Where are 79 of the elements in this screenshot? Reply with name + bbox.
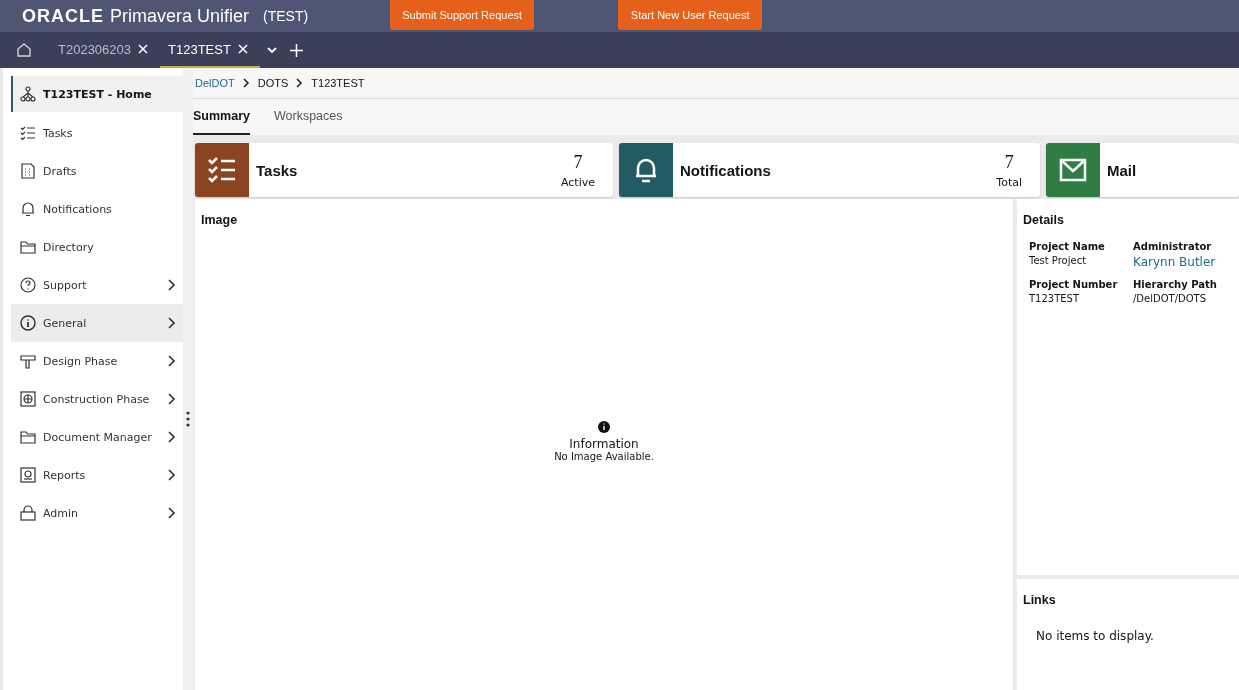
field-value: Test Project — [1029, 255, 1088, 266]
sidebar-item-label: Reports — [43, 468, 87, 482]
sidebar-item[interactable]: Construction Phase — [11, 380, 183, 418]
widget-card[interactable]: Tasks 7 Active — [195, 143, 613, 197]
close-icon[interactable] — [237, 44, 248, 54]
bell-icon — [20, 201, 36, 217]
sidebar-item[interactable]: Document Manager — [11, 418, 183, 456]
home-icon[interactable] — [16, 42, 32, 58]
chevron-down-icon[interactable] — [265, 44, 278, 56]
ruler-icon — [20, 353, 36, 369]
sidebar-item[interactable]: T123TEST - Home — [11, 76, 183, 112]
sidebar-item[interactable]: Admin — [11, 494, 183, 532]
panel-title: Image — [201, 213, 239, 227]
message-text: No Image Available. — [554, 451, 654, 462]
chevron-right-icon — [296, 78, 304, 88]
help-icon — [20, 277, 36, 293]
chevron-right-icon — [242, 78, 250, 88]
sidebar-item[interactable]: Directory — [11, 228, 183, 266]
lock-icon — [20, 505, 36, 521]
info-icon — [20, 315, 36, 331]
sidebar-item-label: Notifications — [43, 202, 113, 216]
widget-count-label: Total — [996, 175, 1022, 189]
sidebar-item-label: Directory — [43, 240, 95, 254]
field-label: Administrator — [1133, 241, 1213, 252]
header-button[interactable]: Submit Support Request — [390, 0, 535, 30]
document-icon — [20, 163, 36, 179]
breadcrumb-item: DOTS — [257, 77, 289, 89]
info-icon — [598, 421, 610, 433]
folder-icon — [20, 239, 36, 255]
product-name: Primavera Unifier — [110, 5, 250, 27]
message-title: Information — [569, 437, 639, 451]
sidebar-item[interactable]: Design Phase — [11, 342, 183, 380]
checklist-icon — [20, 125, 36, 141]
sidebar-item[interactable]: Reports — [11, 456, 183, 494]
breadcrumb-link[interactable]: DelDOT — [195, 77, 235, 89]
field-value: /DelDOT/DOTS — [1133, 293, 1208, 304]
hierarchy-icon — [20, 86, 36, 102]
breadcrumb-item: T123TEST — [311, 77, 365, 89]
report-icon — [20, 467, 36, 483]
folder-icon — [20, 429, 36, 445]
field-link[interactable]: Karynn Butler — [1133, 255, 1233, 269]
sidebar-item[interactable]: General — [11, 304, 183, 342]
drag-handle-icon[interactable] — [186, 411, 190, 427]
field-label: Hierarchy Path — [1133, 279, 1218, 290]
widget-card[interactable]: Notifications 7 Total — [619, 143, 1040, 197]
sidebar-item[interactable]: Drafts — [11, 152, 183, 190]
page-tab[interactable]: Workspaces — [274, 99, 343, 135]
panel-title: Details — [1023, 213, 1065, 227]
sidebar-item-label: Construction Phase — [43, 392, 151, 406]
field-value: T123TEST — [1029, 293, 1081, 304]
add-icon[interactable] — [289, 43, 303, 57]
crosshair-box-icon — [20, 391, 36, 407]
widget-count: 7 — [1004, 151, 1014, 173]
environment-label: (TEST) — [263, 8, 309, 24]
sidebar-item-label: Document Manager — [43, 430, 153, 444]
field-label: Project Name — [1029, 241, 1106, 252]
sidebar-item[interactable]: Support — [11, 266, 183, 304]
field-label: Project Number — [1029, 279, 1119, 290]
close-icon[interactable] — [138, 44, 148, 54]
panel-title: Links — [1023, 593, 1057, 607]
empty-message: No items to display. — [1036, 629, 1155, 643]
sidebar-item-label: T123TEST - Home — [43, 87, 153, 101]
widget-title: Notifications — [680, 161, 772, 179]
widget-card[interactable]: Mail — [1046, 143, 1239, 197]
sidebar-item[interactable]: Tasks — [11, 114, 183, 152]
header-button[interactable]: Start New User Request — [618, 0, 763, 30]
project-tab[interactable]: T202306203 — [50, 32, 160, 68]
sidebar-item[interactable]: Notifications — [11, 190, 183, 228]
sidebar-item-label: Drafts — [43, 164, 78, 178]
sidebar-item-label: General — [43, 316, 88, 330]
sidebar-item-label: Design Phase — [43, 354, 119, 368]
sidebar-item-label: Support — [43, 278, 88, 292]
sidebar-item-label: Admin — [43, 506, 80, 520]
widget-title: Tasks — [256, 161, 299, 179]
oracle-logo: ORACLE — [22, 5, 104, 27]
widget-count: 7 — [573, 151, 583, 173]
sidebar-item-label: Tasks — [43, 126, 74, 140]
widget-title: Mail — [1107, 161, 1138, 179]
widget-count-label: Active — [560, 175, 595, 189]
